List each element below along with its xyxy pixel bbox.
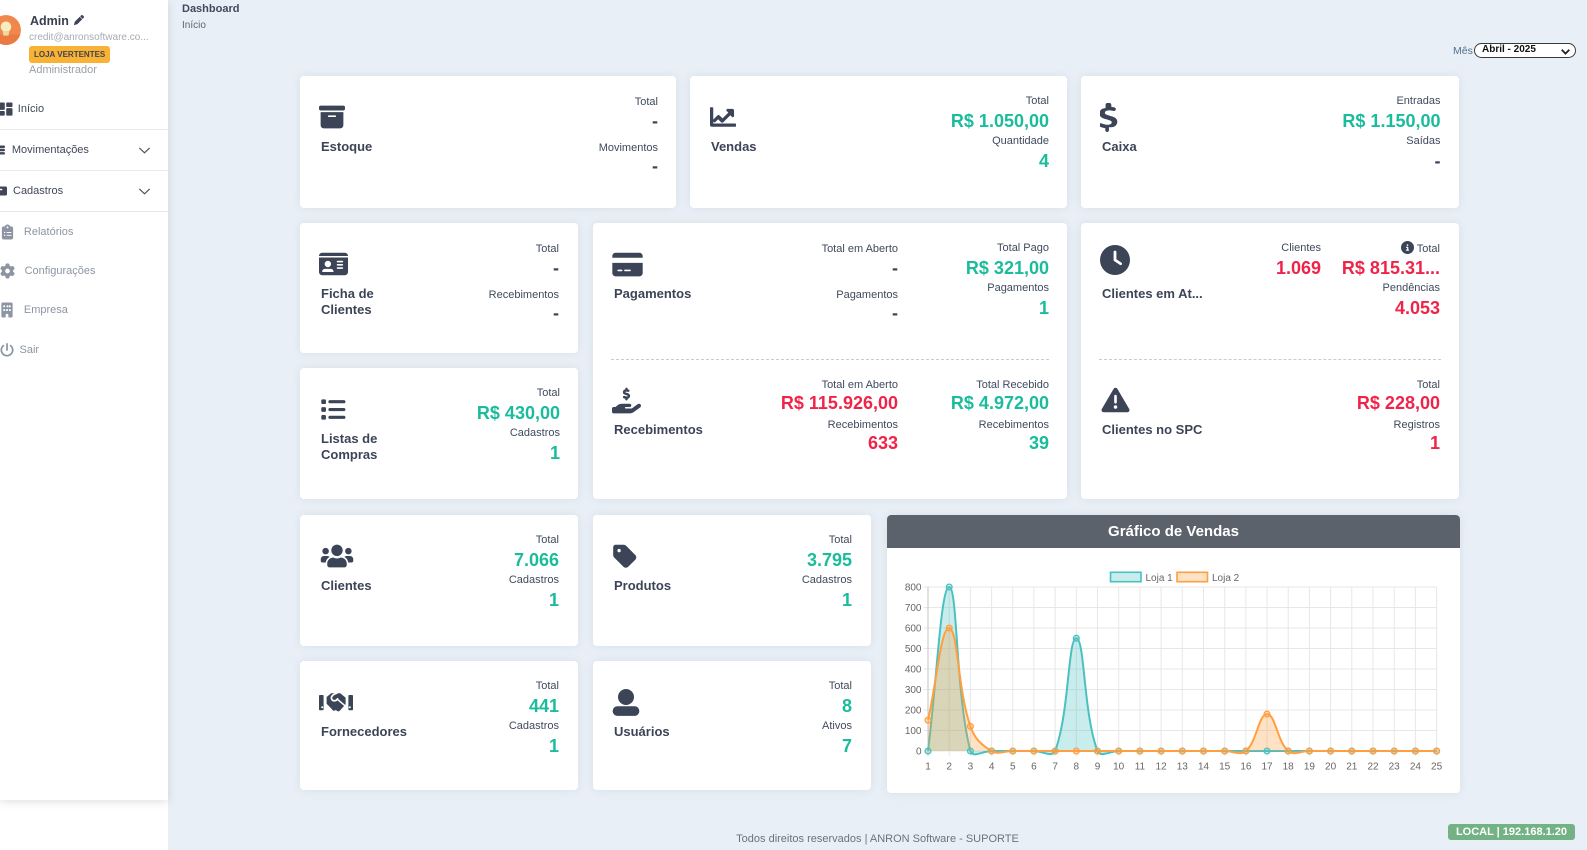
svg-text:19: 19 bbox=[1304, 762, 1316, 773]
svg-text:Loja 1: Loja 1 bbox=[1146, 573, 1174, 584]
svg-text:2: 2 bbox=[946, 762, 952, 773]
svg-text:300: 300 bbox=[905, 685, 922, 696]
svg-text:7: 7 bbox=[1052, 762, 1058, 773]
svg-text:25: 25 bbox=[1431, 762, 1443, 773]
svg-text:1: 1 bbox=[925, 762, 931, 773]
svg-text:12: 12 bbox=[1156, 762, 1168, 773]
svg-text:13: 13 bbox=[1177, 762, 1189, 773]
svg-text:3: 3 bbox=[968, 762, 974, 773]
svg-text:100: 100 bbox=[905, 726, 922, 737]
svg-text:8: 8 bbox=[1074, 762, 1080, 773]
svg-text:14: 14 bbox=[1198, 762, 1210, 773]
svg-text:21: 21 bbox=[1346, 762, 1358, 773]
svg-text:24: 24 bbox=[1410, 762, 1422, 773]
svg-text:23: 23 bbox=[1389, 762, 1401, 773]
svg-text:22: 22 bbox=[1367, 762, 1379, 773]
svg-text:16: 16 bbox=[1240, 762, 1252, 773]
svg-text:11: 11 bbox=[1135, 762, 1146, 773]
svg-text:400: 400 bbox=[905, 664, 922, 675]
svg-text:9: 9 bbox=[1095, 762, 1101, 773]
svg-text:20: 20 bbox=[1325, 762, 1337, 773]
svg-text:0: 0 bbox=[916, 746, 922, 757]
svg-text:600: 600 bbox=[905, 623, 922, 634]
svg-text:800: 800 bbox=[905, 582, 922, 593]
svg-text:Loja 2: Loja 2 bbox=[1212, 573, 1240, 584]
svg-text:15: 15 bbox=[1219, 762, 1231, 773]
svg-text:6: 6 bbox=[1031, 762, 1037, 773]
svg-text:17: 17 bbox=[1261, 762, 1273, 773]
svg-text:700: 700 bbox=[905, 603, 922, 614]
svg-text:4: 4 bbox=[989, 762, 995, 773]
svg-text:18: 18 bbox=[1283, 762, 1295, 773]
svg-text:10: 10 bbox=[1113, 762, 1125, 773]
svg-text:5: 5 bbox=[1010, 762, 1016, 773]
svg-text:500: 500 bbox=[905, 644, 922, 655]
svg-text:200: 200 bbox=[905, 705, 922, 716]
